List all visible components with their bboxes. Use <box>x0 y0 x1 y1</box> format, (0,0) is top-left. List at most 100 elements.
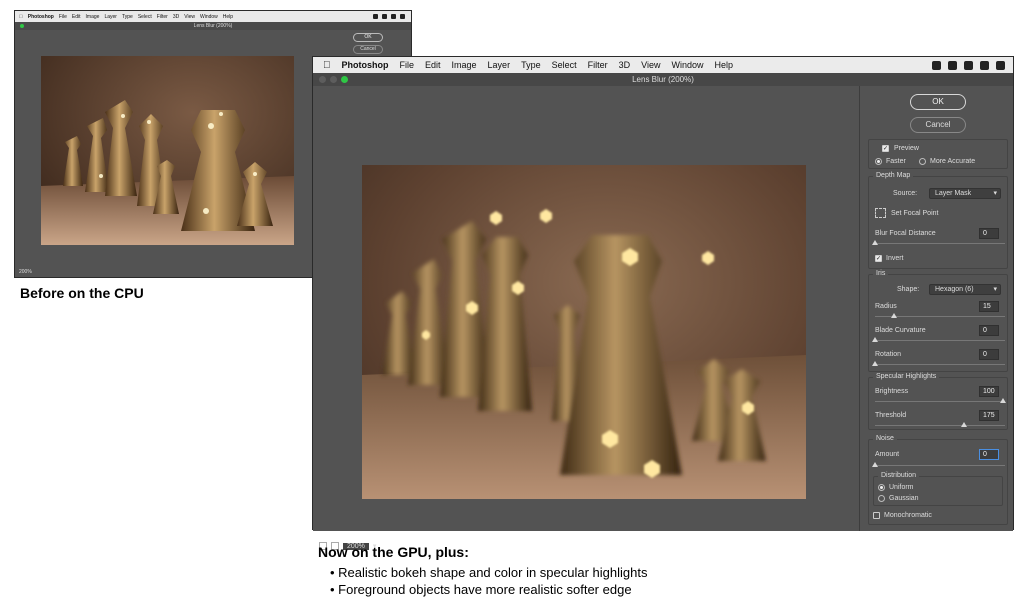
gpu-preview-image[interactable] <box>362 165 806 499</box>
slider-thumb[interactable] <box>961 422 967 427</box>
rotation-slider[interactable] <box>872 361 1005 366</box>
close-window-icon[interactable] <box>319 76 326 83</box>
menu-file[interactable]: File <box>400 60 415 70</box>
threshold-field[interactable]: 175 <box>979 410 999 421</box>
invert-label: Invert <box>886 255 904 262</box>
blade-curvature-field[interactable]: 0 <box>979 325 999 336</box>
more-accurate-radio[interactable] <box>919 158 926 165</box>
titlebar: Lens Blur (200%) <box>313 73 1013 86</box>
menu-photoshop[interactable]: Photoshop <box>342 60 389 70</box>
radius-label: Radius <box>875 303 897 310</box>
tray-app-icon[interactable] <box>980 60 989 70</box>
faster-label: Faster <box>886 158 906 165</box>
small-menu-filter[interactable]: Filter <box>157 14 168 20</box>
menu-view[interactable]: View <box>641 60 660 70</box>
brightness-field[interactable]: 100 <box>979 386 999 397</box>
iris-group: Iris Shape: Hexagon (6) ▾ Radius 15 Blad… <box>868 270 1008 372</box>
small-zoom-indicator[interactable]: 200% <box>19 269 32 275</box>
shape-select[interactable]: Hexagon (6) ▾ <box>929 284 1001 295</box>
gpu-screenshot-window:  Photoshop File Edit Image Layer Type S… <box>312 56 1014 550</box>
small-menubar:  Photoshop File Edit Image Layer Type S… <box>15 11 411 22</box>
amount-label: Amount <box>875 451 900 458</box>
preview-group: ✓ Preview Faster More Accurate <box>868 139 1008 169</box>
small-ok-button[interactable]: OK <box>353 33 383 42</box>
invert-checkbox[interactable]: ✓ <box>875 255 882 262</box>
zoom-window-icon[interactable] <box>341 76 348 83</box>
small-menu-3d[interactable]: 3D <box>173 14 179 20</box>
small-apple-icon[interactable]:  <box>19 14 23 20</box>
amount-slider[interactable] <box>872 462 1005 467</box>
ok-button[interactable]: OK <box>910 94 966 110</box>
small-tray-icon[interactable] <box>382 14 387 19</box>
small-cancel-button[interactable]: Cancel <box>353 45 383 54</box>
set-focal-point-label[interactable]: Set Focal Point <box>891 210 938 217</box>
minimize-window-icon[interactable] <box>330 76 337 83</box>
menu-select[interactable]: Select <box>552 60 577 70</box>
slider-thumb[interactable] <box>1000 398 1006 403</box>
preview-checkbox[interactable]: ✓ <box>882 145 889 152</box>
small-menu-select[interactable]: Select <box>138 14 152 20</box>
slider-thumb[interactable] <box>891 313 897 318</box>
gaussian-radio[interactable] <box>878 495 885 502</box>
menu-window[interactable]: Window <box>671 60 703 70</box>
menu-3d[interactable]: 3D <box>619 60 631 70</box>
creative-cloud-icon[interactable] <box>932 60 941 70</box>
preview-canvas: 200% ▾ <box>313 86 859 550</box>
slider-thumb[interactable] <box>872 462 878 467</box>
more-accurate-label: More Accurate <box>930 158 976 165</box>
lens-blur-panel: OK Cancel ✓ Preview Faster More Accurate… <box>859 86 1013 531</box>
small-menu-view[interactable]: View <box>184 14 195 20</box>
list-item: Realistic bokeh shape and color in specu… <box>330 564 647 581</box>
menu-type[interactable]: Type <box>521 60 541 70</box>
shield-icon[interactable] <box>964 60 973 70</box>
set-focal-point-icon[interactable] <box>875 208 886 218</box>
small-menu-file[interactable]: File <box>59 14 67 20</box>
blur-focal-distance-field[interactable]: 0 <box>979 228 999 239</box>
status-tray <box>932 60 1013 70</box>
radius-slider[interactable] <box>875 313 1005 318</box>
caption-after: Now on the GPU, plus: <box>318 544 469 560</box>
apple-icon[interactable]:  <box>323 60 331 71</box>
small-menu-layer[interactable]: Layer <box>104 14 117 20</box>
uniform-radio[interactable] <box>878 484 885 491</box>
brightness-slider[interactable] <box>875 398 1006 403</box>
rotation-field[interactable]: 0 <box>979 349 999 360</box>
blade-curvature-slider[interactable] <box>872 337 1005 342</box>
blur-focal-distance-slider[interactable] <box>872 240 1005 245</box>
source-select[interactable]: Layer Mask ▾ <box>929 188 1001 199</box>
small-menu-help[interactable]: Help <box>223 14 233 20</box>
small-menu-photoshop[interactable]: Photoshop <box>28 14 54 20</box>
menu-image[interactable]: Image <box>452 60 477 70</box>
small-menu-type[interactable]: Type <box>122 14 133 20</box>
uniform-label: Uniform <box>889 484 914 491</box>
threshold-slider[interactable] <box>875 422 1005 427</box>
slider-thumb[interactable] <box>872 240 878 245</box>
small-tray-icon[interactable] <box>400 14 405 19</box>
menu-filter[interactable]: Filter <box>588 60 608 70</box>
gaussian-label: Gaussian <box>889 495 919 502</box>
slider-thumb[interactable] <box>872 337 878 342</box>
cancel-button[interactable]: Cancel <box>910 117 966 133</box>
small-menu-image[interactable]: Image <box>86 14 100 20</box>
slider-thumb[interactable] <box>872 361 878 366</box>
monochromatic-checkbox[interactable] <box>873 512 880 519</box>
small-menu-window[interactable]: Window <box>200 14 218 20</box>
menu-edit[interactable]: Edit <box>425 60 441 70</box>
specular-highlights-group: Specular Highlights Brightness 100 Thres… <box>868 373 1008 430</box>
monochromatic-label: Monochromatic <box>884 512 932 519</box>
amount-field[interactable]: 0 <box>979 449 999 460</box>
blur-focal-distance-label: Blur Focal Distance <box>875 230 936 237</box>
radius-field[interactable]: 15 <box>979 301 999 312</box>
faster-radio[interactable] <box>875 158 882 165</box>
small-tray-icon[interactable] <box>373 14 378 19</box>
window-title: Lens Blur (200%) <box>632 75 694 84</box>
bluetooth-icon[interactable] <box>996 60 1005 70</box>
small-menu-edit[interactable]: Edit <box>72 14 81 20</box>
menu-help[interactable]: Help <box>714 60 733 70</box>
list-item: Foreground objects have more realistic s… <box>330 581 647 598</box>
small-zoom-dot-icon[interactable] <box>20 24 24 28</box>
tray-app-icon[interactable] <box>948 60 957 70</box>
menu-layer[interactable]: Layer <box>488 60 511 70</box>
small-tray-icon[interactable] <box>391 14 396 19</box>
small-titlebar: Lens Blur (200%) <box>15 22 411 30</box>
